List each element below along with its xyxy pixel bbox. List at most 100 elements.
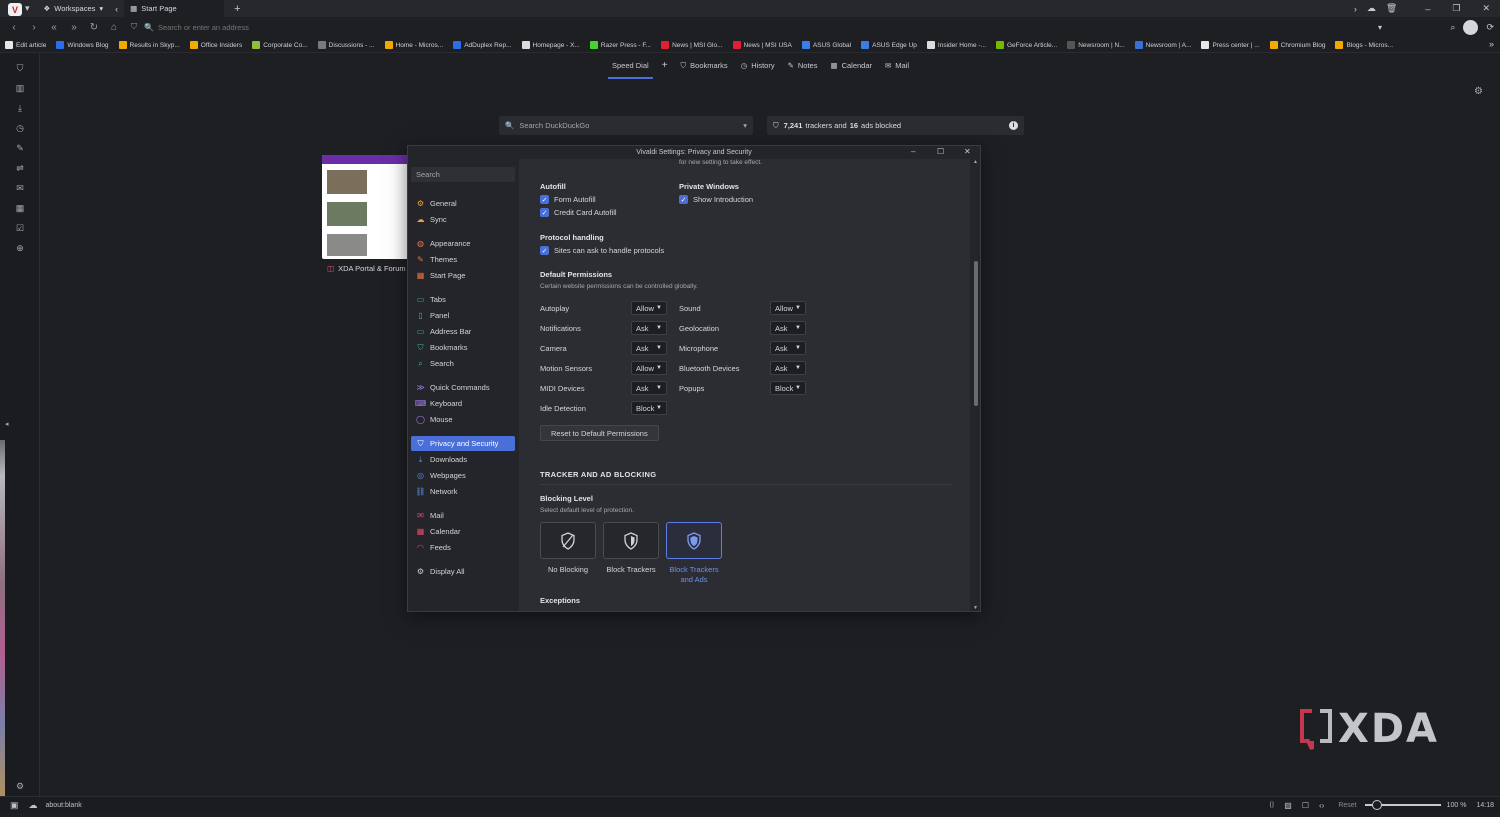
- sidebar-item-address-bar[interactable]: ▭ Address Bar: [411, 324, 515, 339]
- bookmark-item[interactable]: ASUS Edge Up: [856, 37, 922, 52]
- bookmark-item[interactable]: Discussions - ...: [313, 37, 380, 52]
- rewind-icon[interactable]: «: [44, 22, 64, 33]
- sidebar-item-general[interactable]: ⚙ General: [411, 196, 515, 211]
- bookmark-item[interactable]: Blogs - Micros...: [1330, 37, 1398, 52]
- cloud-icon[interactable]: ☁: [29, 800, 38, 811]
- sidebar-item-display-all[interactable]: ⚙ Display All: [411, 564, 515, 579]
- reset-permissions-button[interactable]: Reset to Default Permissions: [540, 425, 659, 441]
- address-input[interactable]: [157, 22, 1358, 32]
- gear-icon[interactable]: ⚙: [0, 776, 40, 796]
- vivaldi-menu-button[interactable]: V: [8, 3, 22, 16]
- tab-mail[interactable]: ✉ Mail: [885, 61, 909, 70]
- bookmark-item[interactable]: AdDuplex Rep...: [448, 37, 516, 52]
- code-icon[interactable]: ‹›: [1319, 801, 1324, 810]
- tab-history[interactable]: ◷ History: [741, 61, 775, 70]
- settings-search-input[interactable]: Search: [411, 167, 515, 182]
- sidebar-item-quick-commands[interactable]: ≫ Quick Commands: [411, 380, 515, 395]
- bookmark-item[interactable]: Homepage - X...: [517, 37, 585, 52]
- bookmark-item[interactable]: Edit article: [0, 37, 51, 52]
- info-icon[interactable]: i: [1009, 121, 1018, 130]
- bookmark-item[interactable]: Chromium Blog: [1265, 37, 1331, 52]
- sidebar-item-tabs[interactable]: ▭ Tabs: [411, 292, 515, 307]
- search-engine-field[interactable]: 🔍 Search DuckDuckGo ▾: [499, 116, 753, 135]
- panel-collapse-icon[interactable]: ◂: [5, 420, 9, 428]
- bookmark-icon[interactable]: ⛉: [0, 58, 40, 78]
- tracker-stats-box[interactable]: ⛉ 7,241 trackers and 16 ads blocked i: [767, 116, 1024, 135]
- maximize-button[interactable]: ☐: [937, 147, 944, 156]
- tab-speed-dial[interactable]: Speed Dial: [608, 61, 653, 79]
- bookmark-item[interactable]: Insider Home -...: [922, 37, 991, 52]
- sidebar-item-calendar[interactable]: ▦ Calendar: [411, 524, 515, 539]
- tab-scroll-left-icon[interactable]: ‹: [115, 4, 118, 14]
- sidebar-item-themes[interactable]: ✎ Themes: [411, 252, 515, 267]
- home-icon[interactable]: ⌂: [104, 22, 124, 33]
- speed-dial-tile-title[interactable]: ◫ XDA Portal & Forum: [327, 264, 406, 273]
- scroll-down-icon[interactable]: ▼: [973, 605, 978, 611]
- restore-button[interactable]: ❐: [1452, 3, 1460, 14]
- sidebar-item-mouse[interactable]: ◯ Mouse: [411, 412, 515, 427]
- sidebar-item-appearance[interactable]: ◍ Appearance: [411, 236, 515, 251]
- more-bookmarks-icon[interactable]: »: [1489, 39, 1494, 49]
- camera-icon[interactable]: ⌷: [1269, 800, 1274, 810]
- fast-forward-icon[interactable]: »: [64, 22, 84, 33]
- chevron-down-icon[interactable]: ▾: [743, 121, 747, 130]
- new-tab-button[interactable]: +: [234, 3, 240, 15]
- bookmark-item[interactable]: Office Insiders: [185, 37, 247, 52]
- scroll-up-icon[interactable]: ▲: [973, 159, 978, 165]
- reading-list-icon[interactable]: ▥: [0, 78, 40, 98]
- history-icon[interactable]: ◷: [0, 118, 40, 138]
- start-page-settings-icon[interactable]: ⚙: [1474, 86, 1483, 97]
- bookmark-item[interactable]: Razer Press - F...: [585, 37, 656, 52]
- permission-select-sound[interactable]: Allow ▼: [770, 301, 806, 315]
- sidebar-item-network[interactable]: ⛓ Network: [411, 484, 515, 499]
- tasks-icon[interactable]: ☑: [0, 218, 40, 238]
- permission-select-notifications[interactable]: Ask ▼: [631, 321, 667, 335]
- no-blocking-option[interactable]: [540, 522, 596, 559]
- permission-select-midi-devices[interactable]: Ask ▼: [631, 381, 667, 395]
- download-icon[interactable]: ⤓: [0, 98, 40, 118]
- zoom-reset-button[interactable]: Reset: [1338, 802, 1356, 809]
- tab-notes[interactable]: ✎ Notes: [788, 61, 818, 70]
- chevron-down-icon[interactable]: ▾: [25, 3, 30, 14]
- sidebar-item-keyboard[interactable]: ⌨ Keyboard: [411, 396, 515, 411]
- block-trackers-and-ads-option[interactable]: [666, 522, 722, 559]
- settings-scrollbar[interactable]: ▲ ▼: [972, 159, 980, 611]
- permission-select-popups[interactable]: Block ▼: [770, 381, 806, 395]
- zoom-slider-thumb[interactable]: [1371, 800, 1382, 810]
- close-button[interactable]: ✕: [1482, 3, 1490, 14]
- sidebar-item-panel[interactable]: ▯ Panel: [411, 308, 515, 323]
- bookmark-item[interactable]: Home - Micros...: [380, 37, 449, 52]
- calendar-icon[interactable]: ▦: [0, 198, 40, 218]
- permission-select-microphone[interactable]: Ask ▼: [770, 341, 806, 355]
- image-icon[interactable]: ▨: [1284, 801, 1292, 810]
- tab-start-page[interactable]: ▦ Start Page: [124, 0, 225, 17]
- sidebar-item-bookmarks[interactable]: ⛉ Bookmarks: [411, 340, 515, 355]
- add-panel-icon[interactable]: ⊕: [0, 238, 40, 258]
- close-button[interactable]: ✕: [964, 147, 971, 156]
- translate-icon[interactable]: ⇌: [0, 158, 40, 178]
- bookmark-item[interactable]: Press center | ...: [1196, 37, 1264, 52]
- add-speed-dial-button[interactable]: +: [662, 60, 668, 71]
- bookmark-item[interactable]: ASUS Global: [797, 37, 856, 52]
- minimize-button[interactable]: –: [911, 147, 915, 156]
- sidebar-item-search[interactable]: ⌕ Search: [411, 356, 515, 371]
- zoom-slider[interactable]: [1364, 800, 1441, 810]
- reload-icon[interactable]: ↻: [84, 22, 104, 33]
- sidebar-item-downloads[interactable]: ⤓ Downloads: [411, 452, 515, 467]
- tab-bookmarks[interactable]: ⛉ Bookmarks: [681, 61, 728, 71]
- avatar[interactable]: [1463, 19, 1479, 35]
- extensions-icon[interactable]: ⟳: [1486, 22, 1494, 33]
- block-trackers-option[interactable]: [603, 522, 659, 559]
- permission-select-autoplay[interactable]: Allow ▼: [631, 301, 667, 315]
- bookmark-item[interactable]: Results in Skyp...: [114, 37, 185, 52]
- form-autofill-checkbox[interactable]: ✓ Form Autofill: [540, 195, 596, 204]
- permission-select-camera[interactable]: Ask ▼: [631, 341, 667, 355]
- show-introduction-checkbox[interactable]: ✓ Show Introduction: [679, 195, 753, 204]
- workspaces-button[interactable]: ❖ Workspaces ▾: [38, 0, 110, 17]
- credit-card-autofill-checkbox[interactable]: ✓ Credit Card Autofill: [540, 208, 617, 217]
- notes-icon[interactable]: ✎: [0, 138, 40, 158]
- sidebar-item-start-page[interactable]: ▦ Start Page: [411, 268, 515, 283]
- mail-icon[interactable]: ✉: [0, 178, 40, 198]
- cloud-icon[interactable]: ☁: [1367, 3, 1376, 14]
- tab-scroll-right-icon[interactable]: ›: [1354, 4, 1357, 14]
